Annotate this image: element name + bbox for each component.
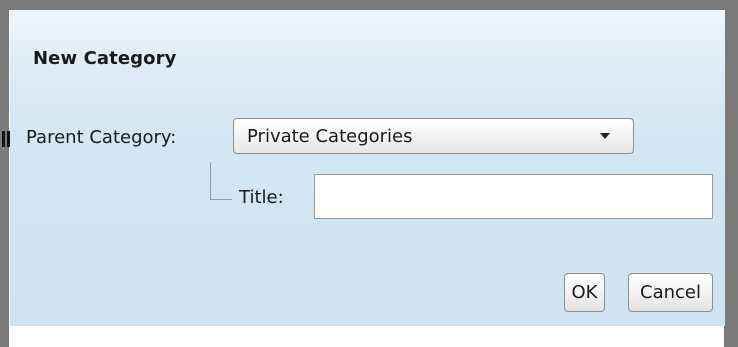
parent-category-label: Parent Category: (26, 127, 177, 148)
cancel-button[interactable]: Cancel (628, 273, 713, 312)
frame-left-edge (0, 326, 9, 347)
title-label: Title: (239, 187, 284, 208)
parent-category-selected-value: Private Categories (247, 126, 413, 147)
frame-right-edge (724, 326, 738, 347)
ok-button[interactable]: OK (564, 273, 605, 312)
dialog-title: New Category (33, 48, 177, 69)
title-input[interactable] (314, 174, 713, 219)
parent-category-select[interactable]: Private Categories (233, 118, 634, 154)
drag-grip-icon[interactable] (2, 131, 10, 147)
dialog-bottom-edge (0, 326, 738, 347)
chevron-down-icon (600, 133, 610, 139)
tree-connector (210, 162, 232, 200)
